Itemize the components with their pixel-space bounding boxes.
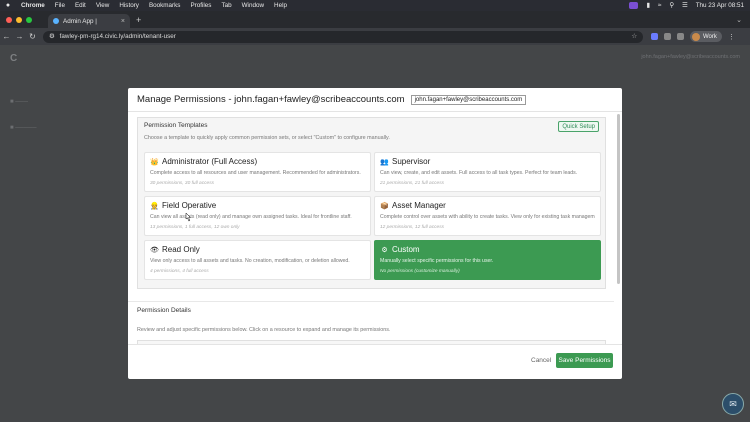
template-meta: No permissions (customize manually) (380, 269, 460, 274)
menubar-datetime[interactable]: Thu 23 Apr 08:51 (696, 2, 744, 9)
template-meta: 13 permissions, 1 full access, 12 own on… (150, 225, 240, 230)
wifi-icon[interactable]: ≈ (658, 2, 661, 9)
quick-setup-button[interactable]: Quick Setup (558, 121, 599, 132)
profile-label: Work (703, 33, 717, 40)
battery-icon[interactable]: ▮ (646, 2, 649, 9)
browser-tabbar: Admin App | × + ⌄ (0, 11, 750, 28)
manage-permissions-modal: Manage Permissions - john.fagan+fawley@s… (128, 88, 622, 379)
template-description: Manually select specific permissions for… (380, 258, 494, 264)
menu-edit[interactable]: Edit (70, 2, 91, 9)
save-permissions-button[interactable]: Save Permissions (556, 353, 613, 368)
template-card-field-operative[interactable]: 👷 Field Operative Can view all assets (re… (144, 196, 371, 236)
back-icon[interactable]: ← (0, 32, 13, 41)
template-description: Can view all assets (read only) and mana… (150, 214, 352, 220)
browser-menu-icon[interactable]: ⋮ (728, 33, 735, 41)
menu-tab[interactable]: Tab (216, 2, 236, 9)
template-meta: 21 permissions, 21 full access (380, 181, 444, 186)
control-center-icon[interactable]: ☰ (682, 2, 688, 9)
template-description: Complete control over assets with abilit… (380, 214, 595, 220)
extension-icon[interactable] (651, 33, 658, 40)
modal-body: Permission Templates Quick Setup Choose … (128, 112, 614, 344)
tab-favicon-icon (53, 18, 59, 24)
template-title: Read Only (162, 245, 200, 254)
modal-header: Manage Permissions - john.fagan+fawley@s… (128, 88, 622, 112)
template-meta: 12 permissions, 12 full access (380, 225, 444, 230)
permission-details-heading: Permission Details (137, 307, 191, 314)
template-title: Field Operative (162, 201, 217, 210)
close-window-icon[interactable] (6, 16, 12, 23)
template-card-custom[interactable]: ⚙ Custom Manually select specific permiss… (374, 240, 601, 280)
profile-button[interactable]: Work (690, 31, 722, 42)
permission-templates-section: Permission Templates Quick Setup Choose … (137, 117, 606, 289)
new-tab-icon[interactable]: + (130, 15, 147, 25)
template-title: Custom (392, 245, 420, 254)
bookmark-star-icon[interactable]: ☆ (631, 33, 637, 40)
box-icon: 📦 (380, 202, 389, 210)
template-meta: 30 permissions, 30 full access (150, 181, 214, 186)
supervisor-icon: 👥 (380, 158, 389, 166)
section-divider (128, 301, 614, 302)
app-logo-icon: C (10, 53, 18, 64)
sidebar-item: ■ ───── (10, 125, 37, 131)
sidebar-item: ■ ─── (10, 99, 29, 105)
url-text: fawley-pm-rg14.civic.ly/admin/tenant-use… (59, 33, 176, 40)
chat-support-button[interactable]: ✉ (722, 393, 744, 415)
site-info-icon[interactable]: ⚙ (49, 33, 55, 40)
menu-bookmarks[interactable]: Bookmarks (144, 2, 186, 9)
zoom-window-icon[interactable] (26, 16, 32, 23)
modal-footer: Cancel Save Permissions (128, 344, 622, 379)
hardhat-icon: 👷 (150, 202, 159, 210)
menu-profiles[interactable]: Profiles (185, 2, 216, 9)
template-card-asset-manager[interactable]: 📦 Asset Manager Complete control over ass… (374, 196, 601, 236)
tab-title: Admin App | (63, 17, 97, 25)
menu-history[interactable]: History (114, 2, 144, 9)
template-title: Asset Manager (392, 201, 446, 210)
template-meta: 4 permissions, 4 full access (150, 269, 209, 274)
template-card-read-only[interactable]: 👁 Read Only View only access to all asset… (144, 240, 371, 280)
menu-app-name[interactable]: Chrome (16, 2, 50, 9)
address-bar[interactable]: ⚙ fawley-pm-rg14.civic.ly/admin/tenant-u… (43, 30, 643, 43)
window-controls (0, 16, 48, 23)
tab-search-chevron-icon[interactable]: ⌄ (736, 16, 750, 24)
menu-help[interactable]: Help (269, 2, 292, 9)
templates-description: Choose a template to quickly apply commo… (144, 135, 390, 141)
user-email-badge: john.fagan+fawley@scribeaccounts.com (410, 94, 527, 105)
cancel-button[interactable]: Cancel (531, 357, 551, 364)
macos-menubar: ● Chrome File Edit View History Bookmark… (0, 0, 750, 11)
minimize-window-icon[interactable] (16, 16, 22, 23)
template-description: Complete access to all resources and use… (150, 170, 361, 176)
gear-icon: ⚙ (381, 246, 388, 254)
chat-icon: ✉ (729, 398, 737, 409)
apple-menu-icon[interactable]: ● (0, 2, 16, 9)
extensions-area (651, 33, 684, 40)
browser-toolbar: ← → ↻ ⚙ fawley-pm-rg14.civic.ly/admin/te… (0, 28, 750, 45)
template-card-administrator[interactable]: 👑 Administrator (Full Access) Complete ac… (144, 152, 371, 192)
menubar-status-area: ▮ ≈ ⚲ ☰ Thu 23 Apr 08:51 (629, 2, 750, 9)
permission-details-description: Review and adjust specific permissions b… (137, 327, 391, 333)
templates-heading: Permission Templates (144, 122, 208, 129)
avatar (692, 32, 700, 41)
menu-window[interactable]: Window (237, 2, 269, 9)
mouse-pointer-icon (185, 213, 191, 222)
template-title: Administrator (Full Access) (162, 157, 258, 166)
modal-scrollbar[interactable] (617, 114, 620, 284)
crown-icon: 👑 (150, 158, 159, 166)
template-description: View only access to all assets and tasks… (150, 258, 350, 264)
sidepanel-icon[interactable] (677, 33, 684, 40)
reload-icon[interactable]: ↻ (26, 32, 39, 41)
header-user-email: john.fagan+fawley@scribeaccounts.com (641, 54, 740, 60)
menu-view[interactable]: View (91, 2, 115, 9)
menu-file[interactable]: File (50, 2, 70, 9)
modal-title: Manage Permissions - john.fagan+fawley@s… (137, 94, 405, 105)
tab-close-icon[interactable]: × (121, 18, 125, 25)
browser-tab-active[interactable]: Admin App | × (48, 14, 130, 28)
template-card-supervisor[interactable]: 👥 Supervisor Can view, create, and edit a… (374, 152, 601, 192)
extension-puzzle-icon[interactable] (664, 33, 671, 40)
template-title: Supervisor (392, 157, 431, 166)
eye-icon: 👁 (150, 246, 159, 254)
template-description: Can view, create, and edit assets. Full … (380, 170, 578, 176)
forward-icon[interactable]: → (13, 32, 26, 41)
status-badge-icon[interactable] (629, 2, 639, 9)
search-icon[interactable]: ⚲ (669, 2, 674, 9)
